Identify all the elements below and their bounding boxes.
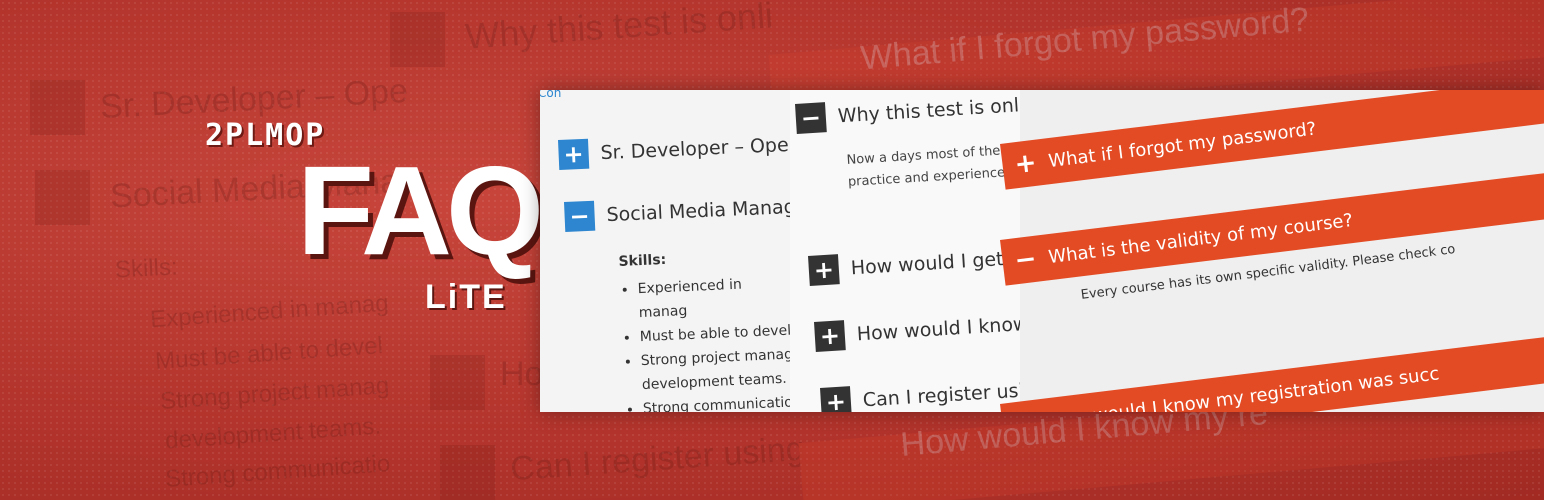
plus-icon: + xyxy=(808,254,840,286)
skills-list: Experienced in manag Must be able to dev… xyxy=(619,270,797,412)
faq-item-why-online[interactable]: − Why this test is onli xyxy=(795,90,1025,134)
plus-icon: + xyxy=(558,138,590,170)
faq-item-title: What if I forgot my password? xyxy=(1047,117,1318,172)
faq-item-forgot-password[interactable]: + What if I forgot my password? xyxy=(1000,90,1544,190)
faq-column-blue: Con + Sr. Developer – Ope − Social Media… xyxy=(540,90,796,412)
peek-text: Con xyxy=(540,90,562,100)
minus-icon: − xyxy=(795,102,827,134)
logo: 2PLMOP FAQ LiTE xyxy=(205,118,544,318)
faq-item-title: Sr. Developer – Ope xyxy=(600,133,790,165)
skills-label: Skills: xyxy=(618,251,667,270)
faq-column-dark: − Why this test is onli Now a days most … xyxy=(790,90,1048,412)
faq-item-would-i-know[interactable]: + How would I know xyxy=(814,309,1029,352)
faq-item-social-media[interactable]: − Social Media Manag xyxy=(564,192,796,232)
product-name: FAQ xyxy=(297,140,544,281)
plus-icon: + xyxy=(1001,406,1050,412)
faq-item-title: How would I know xyxy=(856,312,1030,346)
faq-preview-panel: Con + Sr. Developer – Ope − Social Media… xyxy=(540,90,1544,412)
faq-item-registration-success[interactable]: + How would I know my registration was s… xyxy=(1000,330,1544,412)
faq-item-title: Social Media Manag xyxy=(606,195,797,227)
faq-answer-skills: Skills: Experienced in manag Must be abl… xyxy=(618,242,797,412)
plus-icon: + xyxy=(814,320,846,352)
faq-item-title: Why this test is onli xyxy=(837,94,1025,128)
faq-item-sr-developer[interactable]: + Sr. Developer – Ope xyxy=(558,130,789,170)
edition-label: LiTE xyxy=(425,278,507,316)
faq-item-title: How would I know my registration was suc… xyxy=(1047,362,1441,412)
faq-column-orange: + What if I forgot my password? − What i… xyxy=(1000,90,1544,412)
minus-icon: − xyxy=(1012,243,1039,277)
plus-icon: + xyxy=(1012,147,1039,181)
faq-answer-text: Now a days most of the practice and expe… xyxy=(846,140,1006,194)
minus-icon: − xyxy=(564,200,596,232)
list-item: Experienced in manag xyxy=(637,270,793,325)
banner: Sr. Developer – Ope Social Media Mana Sk… xyxy=(0,0,1544,500)
plus-icon: + xyxy=(820,386,852,412)
